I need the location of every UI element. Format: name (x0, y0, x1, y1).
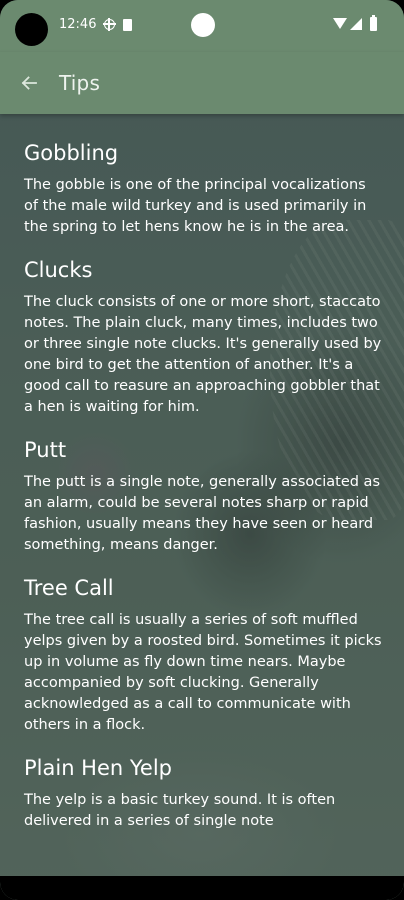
tip-item: Gobbling The gobble is one of the princi… (24, 140, 384, 238)
navigation-bar (0, 876, 404, 900)
tip-body: The tree call is usually a series of sof… (24, 612, 382, 733)
arrow-left-icon (21, 75, 37, 91)
sync-icon (103, 18, 116, 31)
tip-title: Clucks (24, 258, 93, 282)
tip-title: Putt (24, 438, 67, 462)
tip-item: Putt The putt is a single note, generall… (24, 437, 384, 556)
tip-item: Clucks The cluck consists of one or more… (24, 257, 384, 418)
tip-body: The yelp is a basic turkey sound. It is … (24, 792, 336, 829)
tip-title: Gobbling (24, 141, 119, 165)
tip-title: Plain Hen Yelp (24, 756, 173, 780)
wifi-icon (333, 18, 347, 29)
camera-cutout (15, 13, 48, 46)
sim-card-icon (123, 19, 132, 31)
tip-body: The putt is a single note, generally ass… (24, 474, 381, 553)
battery-icon (370, 15, 377, 31)
tips-list[interactable]: Gobbling The gobble is one of the princi… (24, 140, 384, 851)
screen: 12:46 Tips Gobbling The gobble is one of… (0, 0, 404, 900)
page-title: Tips (59, 71, 101, 95)
tip-body: The cluck consists of one or more short,… (24, 294, 382, 415)
back-button[interactable] (10, 64, 48, 102)
tip-item: Tree Call The tree call is usually a ser… (24, 575, 384, 736)
front-camera-icon (191, 13, 215, 37)
status-bar: 12:46 (0, 0, 404, 52)
tip-item: Plain Hen Yelp The yelp is a basic turke… (24, 755, 384, 832)
tip-body: The gobble is one of the principal vocal… (24, 177, 367, 235)
app-bar: Tips (0, 52, 404, 114)
status-time: 12:46 (59, 17, 97, 32)
signal-icon (350, 18, 362, 30)
tip-title: Tree Call (24, 576, 114, 600)
